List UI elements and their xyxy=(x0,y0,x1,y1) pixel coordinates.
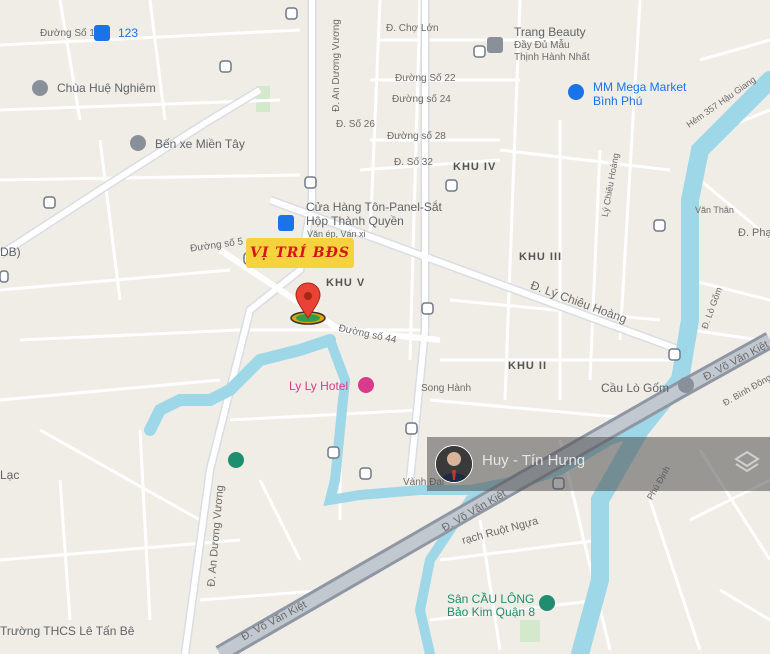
poi-label[interactable]: Trường THCS Lê Tấn Bê xyxy=(0,624,134,638)
poi-label[interactable]: Chùa Huệ Nghiêm xyxy=(57,81,156,95)
street-label: Văn Thân xyxy=(695,205,734,215)
poi-label[interactable]: Sân CẦU LÔNG Bảo Kim Quận 8 xyxy=(447,593,537,619)
sports-icon[interactable] xyxy=(539,595,555,611)
parking-label: 123 xyxy=(118,26,139,40)
district-label: KHU IV xyxy=(453,161,497,173)
property-location-badge: VỊ TRÍ BĐS xyxy=(246,238,354,268)
street-label: Đường Số 22 xyxy=(395,73,456,84)
bus-station-icon[interactable] xyxy=(130,135,146,151)
agent-name: Huy - Tín Hưng xyxy=(482,452,586,469)
poi-label[interactable]: Cầu Lò Gốm xyxy=(601,381,669,395)
park-icon[interactable] xyxy=(228,452,244,468)
temple-icon[interactable] xyxy=(32,80,48,96)
street-label: Đ. An Dương Vương xyxy=(330,19,342,112)
layers-icon[interactable] xyxy=(734,449,760,475)
street-label: Đ. Phạm xyxy=(738,227,770,239)
store-icon[interactable] xyxy=(487,37,503,53)
badge-label: VỊ TRÍ BĐS xyxy=(250,245,350,261)
district-label: KHU III xyxy=(519,251,563,263)
parking-icon[interactable] xyxy=(94,25,110,41)
avatar-image-icon xyxy=(436,446,472,482)
shop-icon[interactable] xyxy=(278,215,294,231)
street-label: Đường số 24 xyxy=(392,94,451,105)
street-label: Song Hành xyxy=(421,383,472,394)
shopping-icon[interactable] xyxy=(568,84,584,100)
agent-banner[interactable]: Huy - Tín Hưng xyxy=(427,437,770,491)
avatar[interactable] xyxy=(435,445,473,483)
district-label: KHU II xyxy=(508,360,547,372)
poi-label: DB) xyxy=(0,245,21,259)
hotel-icon[interactable] xyxy=(358,377,374,393)
map-view[interactable]: KHU IV KHU III KHU V KHU II 123 Chùa Huệ… xyxy=(0,0,770,654)
district-label: KHU V xyxy=(326,277,366,289)
poi-label[interactable]: MM Mega Market Bình Phú xyxy=(593,80,693,108)
poi-sublabel: Đầy Đủ Mẫu Thịnh Hành Nhất xyxy=(514,40,590,63)
poi-label[interactable]: Cửa Hàng Tôn-Panel-Sắt Hộp Thành Quyền xyxy=(306,200,456,228)
poi-label[interactable]: Ly Ly Hotel xyxy=(289,379,348,393)
street-label: Đ. Số 32 xyxy=(394,157,433,168)
poi-label[interactable]: Trang Beauty xyxy=(514,25,586,39)
poi-label[interactable]: Bến xe Miền Tây xyxy=(155,137,245,151)
street-label: Đ. Số 26 xyxy=(336,119,375,130)
street-label: Đường số 28 xyxy=(387,131,446,142)
street-label: Đường Số 1 xyxy=(40,28,95,39)
poi-label: Lạc xyxy=(0,468,20,482)
street-label: Đ. Chợ Lớn xyxy=(386,23,439,34)
bridge-icon[interactable] xyxy=(678,377,694,393)
